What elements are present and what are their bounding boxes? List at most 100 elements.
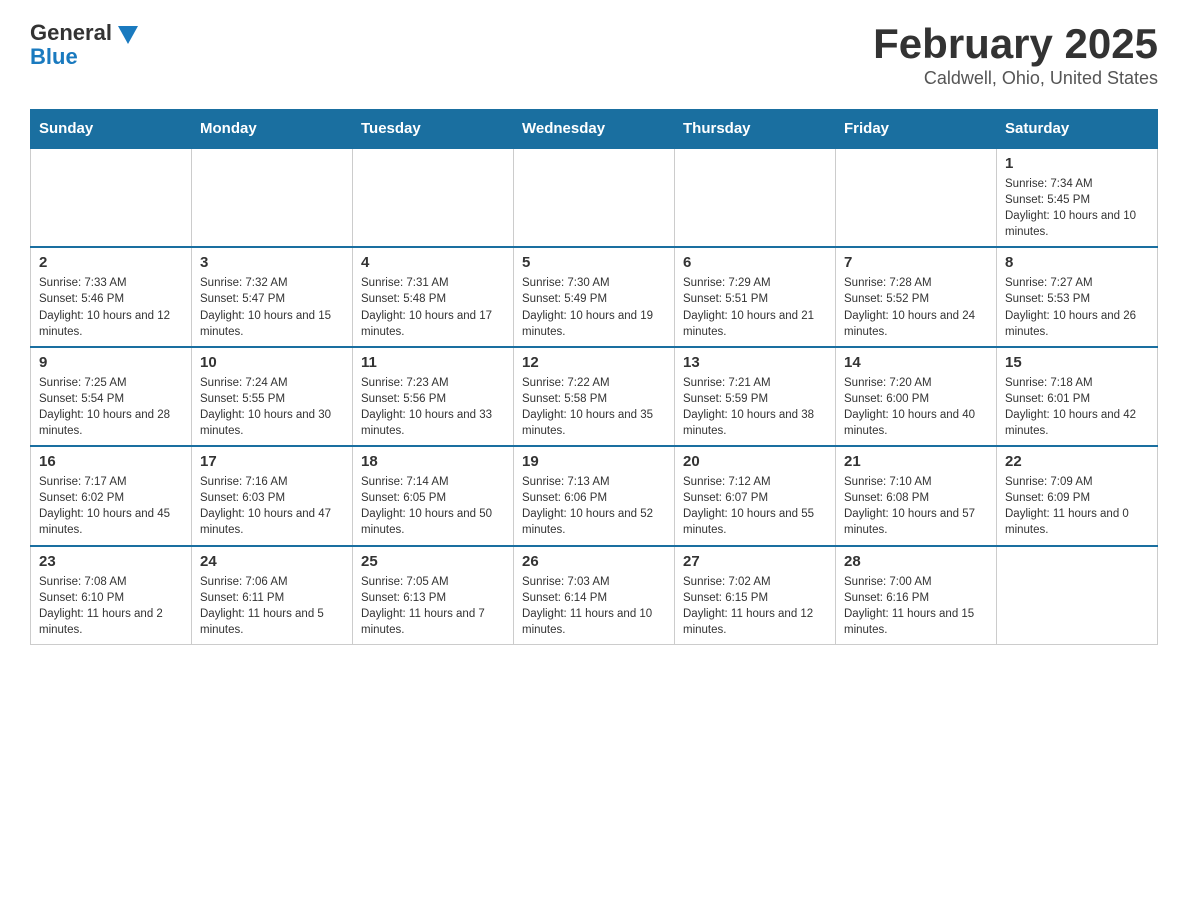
day-info: Sunrise: 7:31 AM Sunset: 5:48 PM Dayligh… [361, 275, 505, 339]
calendar-cell: 24 Sunrise: 7:06 AM Sunset: 6:11 PM Dayli… [192, 546, 353, 645]
day-number: 4 [361, 254, 505, 271]
day-info: Sunrise: 7:14 AM Sunset: 6:05 PM Dayligh… [361, 474, 505, 538]
calendar-table: SundayMondayTuesdayWednesdayThursdayFrid… [30, 109, 1158, 645]
location-subtitle: Caldwell, Ohio, United States [873, 68, 1158, 89]
day-number: 7 [844, 254, 988, 271]
calendar-cell: 23 Sunrise: 7:08 AM Sunset: 6:10 PM Dayli… [31, 546, 192, 645]
calendar-cell [997, 546, 1158, 645]
day-of-week-header: Sunday [31, 110, 192, 149]
day-info: Sunrise: 7:03 AM Sunset: 6:14 PM Dayligh… [522, 574, 666, 638]
day-number: 17 [200, 453, 344, 470]
calendar-cell [31, 148, 192, 247]
calendar-cell [514, 148, 675, 247]
day-info: Sunrise: 7:23 AM Sunset: 5:56 PM Dayligh… [361, 375, 505, 439]
calendar-cell: 14 Sunrise: 7:20 AM Sunset: 6:00 PM Dayli… [836, 347, 997, 446]
day-number: 1 [1005, 155, 1149, 172]
day-of-week-header: Friday [836, 110, 997, 149]
calendar-cell: 15Sunrise: 7:18 AM Sunset: 6:01 PM Dayli… [997, 347, 1158, 446]
day-info: Sunrise: 7:20 AM Sunset: 6:00 PM Dayligh… [844, 375, 988, 439]
day-number: 9 [39, 354, 183, 371]
page-title: February 2025 [873, 20, 1158, 68]
week-row: 9 Sunrise: 7:25 AM Sunset: 5:54 PM Daylig… [31, 347, 1158, 446]
calendar-cell: 26 Sunrise: 7:03 AM Sunset: 6:14 PM Dayli… [514, 546, 675, 645]
day-number: 12 [522, 354, 666, 371]
day-of-week-header: Thursday [675, 110, 836, 149]
logo-blue-text: Blue [30, 44, 78, 70]
logo-triangle-icon [118, 26, 138, 44]
day-of-week-header: Monday [192, 110, 353, 149]
calendar-cell: 8 Sunrise: 7:27 AM Sunset: 5:53 PM Daylig… [997, 247, 1158, 346]
title-area: February 2025 Caldwell, Ohio, United Sta… [873, 20, 1158, 89]
calendar-cell: 5 Sunrise: 7:30 AM Sunset: 5:49 PM Daylig… [514, 247, 675, 346]
logo: General Blue [30, 20, 138, 70]
day-number: 14 [844, 354, 988, 371]
day-info: Sunrise: 7:29 AM Sunset: 5:51 PM Dayligh… [683, 275, 827, 339]
day-info: Sunrise: 7:32 AM Sunset: 5:47 PM Dayligh… [200, 275, 344, 339]
day-number: 8 [1005, 254, 1149, 271]
day-info: Sunrise: 7:06 AM Sunset: 6:11 PM Dayligh… [200, 574, 344, 638]
day-number: 10 [200, 354, 344, 371]
calendar-cell: 17 Sunrise: 7:16 AM Sunset: 6:03 PM Dayli… [192, 446, 353, 545]
day-number: 5 [522, 254, 666, 271]
calendar-cell: 1 Sunrise: 7:34 AM Sunset: 5:45 PM Daylig… [997, 148, 1158, 247]
calendar-cell: 3 Sunrise: 7:32 AM Sunset: 5:47 PM Daylig… [192, 247, 353, 346]
day-info: Sunrise: 7:10 AM Sunset: 6:08 PM Dayligh… [844, 474, 988, 538]
day-number: 2 [39, 254, 183, 271]
day-info: Sunrise: 7:05 AM Sunset: 6:13 PM Dayligh… [361, 574, 505, 638]
day-number: 24 [200, 553, 344, 570]
day-info: Sunrise: 7:22 AM Sunset: 5:58 PM Dayligh… [522, 375, 666, 439]
day-info: Sunrise: 7:25 AM Sunset: 5:54 PM Dayligh… [39, 375, 183, 439]
calendar-header-row: SundayMondayTuesdayWednesdayThursdayFrid… [31, 110, 1158, 149]
day-number: 11 [361, 354, 505, 371]
day-number: 6 [683, 254, 827, 271]
day-number: 28 [844, 553, 988, 570]
calendar-cell: 7Sunrise: 7:28 AM Sunset: 5:52 PM Daylig… [836, 247, 997, 346]
day-info: Sunrise: 7:16 AM Sunset: 6:03 PM Dayligh… [200, 474, 344, 538]
day-number: 13 [683, 354, 827, 371]
logo-general-text: General [30, 20, 112, 46]
calendar-cell: 19Sunrise: 7:13 AM Sunset: 6:06 PM Dayli… [514, 446, 675, 545]
calendar-cell [836, 148, 997, 247]
calendar-cell: 25 Sunrise: 7:05 AM Sunset: 6:13 PM Dayli… [353, 546, 514, 645]
week-row: 1 Sunrise: 7:34 AM Sunset: 5:45 PM Daylig… [31, 148, 1158, 247]
calendar-cell: 22 Sunrise: 7:09 AM Sunset: 6:09 PM Dayli… [997, 446, 1158, 545]
calendar-cell: 9 Sunrise: 7:25 AM Sunset: 5:54 PM Daylig… [31, 347, 192, 446]
calendar-cell: 11 Sunrise: 7:23 AM Sunset: 5:56 PM Dayli… [353, 347, 514, 446]
day-number: 3 [200, 254, 344, 271]
week-row: 2 Sunrise: 7:33 AM Sunset: 5:46 PM Daylig… [31, 247, 1158, 346]
day-info: Sunrise: 7:24 AM Sunset: 5:55 PM Dayligh… [200, 375, 344, 439]
calendar-cell: 20Sunrise: 7:12 AM Sunset: 6:07 PM Dayli… [675, 446, 836, 545]
calendar-cell: 6 Sunrise: 7:29 AM Sunset: 5:51 PM Daylig… [675, 247, 836, 346]
day-info: Sunrise: 7:34 AM Sunset: 5:45 PM Dayligh… [1005, 176, 1149, 240]
day-info: Sunrise: 7:30 AM Sunset: 5:49 PM Dayligh… [522, 275, 666, 339]
day-number: 26 [522, 553, 666, 570]
day-number: 23 [39, 553, 183, 570]
calendar-cell: 12 Sunrise: 7:22 AM Sunset: 5:58 PM Dayli… [514, 347, 675, 446]
week-row: 16 Sunrise: 7:17 AM Sunset: 6:02 PM Dayli… [31, 446, 1158, 545]
calendar-cell: 16 Sunrise: 7:17 AM Sunset: 6:02 PM Dayli… [31, 446, 192, 545]
calendar-cell: 21 Sunrise: 7:10 AM Sunset: 6:08 PM Dayli… [836, 446, 997, 545]
calendar-cell: 4 Sunrise: 7:31 AM Sunset: 5:48 PM Daylig… [353, 247, 514, 346]
day-number: 21 [844, 453, 988, 470]
day-info: Sunrise: 7:17 AM Sunset: 6:02 PM Dayligh… [39, 474, 183, 538]
day-number: 20 [683, 453, 827, 470]
day-info: Sunrise: 7:13 AM Sunset: 6:06 PM Dayligh… [522, 474, 666, 538]
day-info: Sunrise: 7:09 AM Sunset: 6:09 PM Dayligh… [1005, 474, 1149, 538]
day-info: Sunrise: 7:33 AM Sunset: 5:46 PM Dayligh… [39, 275, 183, 339]
day-number: 18 [361, 453, 505, 470]
day-info: Sunrise: 7:27 AM Sunset: 5:53 PM Dayligh… [1005, 275, 1149, 339]
calendar-cell: 18 Sunrise: 7:14 AM Sunset: 6:05 PM Dayli… [353, 446, 514, 545]
day-info: Sunrise: 7:18 AM Sunset: 6:01 PM Dayligh… [1005, 375, 1149, 439]
day-number: 25 [361, 553, 505, 570]
day-of-week-header: Wednesday [514, 110, 675, 149]
calendar-cell [192, 148, 353, 247]
calendar-cell: 28Sunrise: 7:00 AM Sunset: 6:16 PM Dayli… [836, 546, 997, 645]
calendar-cell [675, 148, 836, 247]
day-info: Sunrise: 7:08 AM Sunset: 6:10 PM Dayligh… [39, 574, 183, 638]
day-info: Sunrise: 7:21 AM Sunset: 5:59 PM Dayligh… [683, 375, 827, 439]
day-number: 16 [39, 453, 183, 470]
calendar-cell: 2 Sunrise: 7:33 AM Sunset: 5:46 PM Daylig… [31, 247, 192, 346]
calendar-cell: 10 Sunrise: 7:24 AM Sunset: 5:55 PM Dayli… [192, 347, 353, 446]
day-number: 22 [1005, 453, 1149, 470]
day-of-week-header: Tuesday [353, 110, 514, 149]
